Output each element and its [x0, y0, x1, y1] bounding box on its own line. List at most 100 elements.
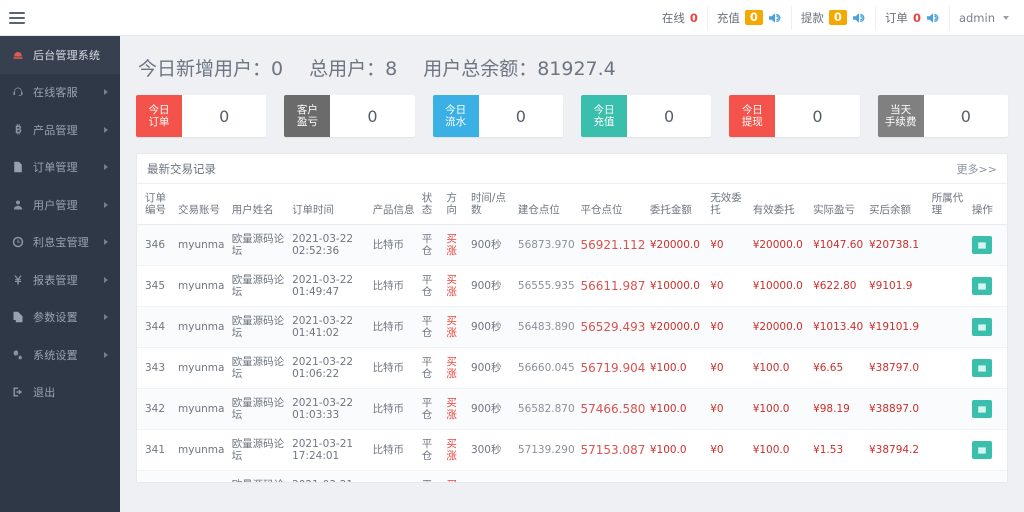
stat-cards: 今日 订单 0 客户 盈亏 0 今日 流水 0 今日 充值 0 今日 提现 0 当天 手续费 0 [132, 91, 1012, 137]
sidebar-item-7[interactable]: 参数设置 [0, 299, 120, 337]
cell-action [968, 224, 1007, 266]
gears-icon [12, 349, 27, 361]
cell-action [968, 265, 1007, 307]
cell-actual-pnl: ¥1.35 [810, 470, 866, 482]
cell-close-price: 56921.112 [577, 224, 647, 266]
cell-user-name: 欧量源码论坛 [228, 470, 290, 482]
column-header-9: 平仓点位 [577, 184, 647, 225]
sidebar-item-5[interactable]: 利息宝管理 [0, 224, 120, 262]
cell-actual-pnl: ¥6.65 [810, 347, 866, 389]
cell-close-price: 56719.904 [577, 347, 647, 389]
detail-icon[interactable] [971, 441, 992, 459]
stat-card-0[interactable]: 今日 订单 0 [136, 95, 267, 137]
sidebar-item-2[interactable]: 产品管理 [0, 111, 120, 149]
detail-icon[interactable] [971, 318, 992, 336]
cell-entrust-amount: ¥100.0 [646, 388, 708, 430]
cell-direction: 买涨 [443, 429, 468, 471]
cell-duration: 900秒 [467, 306, 515, 348]
cell-action [968, 306, 1007, 348]
cell-order-id: 346 [137, 224, 176, 266]
cell-direction: 买涨 [443, 224, 468, 266]
cell-direction: 买涨 [443, 470, 468, 482]
cell-product: 比特币 [369, 470, 419, 482]
more-link[interactable]: 更多>> [957, 161, 997, 177]
detail-icon[interactable] [971, 277, 992, 295]
sidebar-item-8[interactable]: 系统设置 [0, 336, 120, 374]
cell-product: 比特币 [369, 224, 419, 266]
sidebar-item-3[interactable]: 订单管理 [0, 149, 120, 187]
detail-icon[interactable] [971, 236, 992, 254]
stat-card-value: 0 [219, 106, 230, 126]
stat-card-tag: 客户 盈亏 [284, 95, 331, 137]
chevron-right-icon [104, 276, 108, 283]
cell-invalid-entrust: ¥0 [707, 388, 750, 430]
sidebar-item-1[interactable]: 在线客服 [0, 74, 120, 112]
cell-order-time: 2021-03-21 17:20:56 [289, 470, 370, 482]
cell-balance-after: ¥20738.1 [865, 224, 929, 266]
cell-agent [928, 265, 969, 307]
detail-icon[interactable] [971, 400, 992, 418]
sidebar-item-6[interactable]: 报表管理 [0, 261, 120, 299]
stat-card-tag: 今日 提现 [729, 95, 776, 137]
cell-order-id: 340 [137, 470, 176, 482]
cell-agent [928, 470, 969, 482]
cell-product: 比特币 [369, 306, 419, 348]
speaker-icon[interactable] [768, 12, 782, 24]
stat-card-tag-line2: 盈亏 [296, 116, 318, 128]
cell-duration: 900秒 [467, 224, 515, 266]
table-row: 344 myunma 欧量源码论坛 2021-03-22 01:41:02 比特币 平仓买… [137, 306, 1007, 348]
cell-state: 平仓 [418, 470, 444, 482]
cell-product: 比特币 [369, 347, 419, 389]
top-nav-count: 0 [689, 10, 698, 25]
cell-order-time: 2021-03-22 02:52:36 [289, 224, 370, 266]
chevron-right-icon [104, 239, 108, 246]
clock-icon [12, 236, 27, 248]
cell-account: myunma [175, 429, 229, 471]
cell-actual-pnl: ¥1013.40 [810, 306, 866, 348]
stat-card-2[interactable]: 今日 流水 0 [432, 95, 563, 137]
table-row: 342 myunma 欧量源码论坛 2021-03-22 01:03:33 比特币 平仓买… [137, 388, 1007, 430]
table-row: 343 myunma 欧量源码论坛 2021-03-22 01:06:22 比特币 平仓买… [137, 347, 1007, 389]
speaker-icon[interactable] [852, 12, 866, 24]
stat-card-1[interactable]: 客户 盈亏 0 [284, 95, 415, 137]
sidebar-item-9[interactable]: 退出 [0, 374, 120, 412]
speaker-icon[interactable] [926, 12, 940, 24]
table-row: 340myunma欧量源码论坛2021-03-21 17:20:56比特币平仓买… [137, 470, 1007, 483]
cell-balance-after: ¥38797.0 [865, 347, 929, 389]
detail-icon[interactable] [972, 482, 992, 483]
cell-user-name: 欧量源码论坛 [228, 306, 290, 348]
top-nav-label: 充值 [716, 10, 740, 25]
dashboard-icon [12, 49, 27, 61]
top-nav-item-1[interactable]: 充值 0 [706, 5, 791, 30]
sidebar-item-label: 退出 [33, 386, 56, 400]
sidebar-item-label: 报表管理 [33, 273, 78, 287]
cell-user-name: 欧量源码论坛 [228, 429, 290, 471]
column-header-6: 方向 [443, 184, 468, 225]
transactions-table: 订单编号 交易账号 用户姓名 订单时间 产品信息 状态 方向 时间/点数 建仓点位 平仓点位 委托金… [137, 184, 1007, 483]
stat-card-5[interactable]: 当天 手续费 0 [877, 95, 1008, 137]
cell-close-price: 57443.221 [577, 470, 647, 482]
stat-card-3[interactable]: 今日 充值 0 [580, 95, 712, 137]
user-icon [12, 199, 27, 211]
top-nav-item-3[interactable]: 订单 0 [874, 5, 949, 30]
chevron-right-icon [104, 314, 108, 321]
detail-icon[interactable] [971, 359, 992, 377]
column-header-1: 交易账号 [175, 184, 229, 225]
stat-card-4[interactable]: 今日 提现 0 [729, 95, 860, 137]
top-nav-item-2[interactable]: 提款 0 [790, 5, 875, 30]
stat-card-tag: 今日 订单 [136, 95, 182, 137]
cell-duration: 900秒 [467, 347, 515, 389]
hamburger-menu-icon[interactable] [9, 7, 31, 29]
cell-valid-entrust: ¥100.0 [749, 429, 811, 471]
cell-agent [928, 224, 969, 266]
cell-balance-after: ¥38787.7 [865, 470, 929, 482]
latest-transactions-panel: 最新交易记录 更多>> 订单编号 交易账号 用户姓名 订单时间 产品信息 状态 方向 时间/点… [136, 153, 1008, 483]
sidebar-item-0[interactable]: 后台管理系统 [0, 36, 120, 74]
stat-card-tag-line2: 订单 [148, 116, 170, 128]
column-header-4: 产品信息 [369, 184, 419, 225]
user-menu[interactable]: admin [948, 5, 1018, 30]
cell-valid-entrust: ¥100.0 [749, 470, 811, 482]
sidebar-item-4[interactable]: 用户管理 [0, 186, 120, 224]
chevron-right-icon [104, 126, 108, 133]
top-nav-item-0[interactable]: 在线 0 [653, 6, 707, 30]
